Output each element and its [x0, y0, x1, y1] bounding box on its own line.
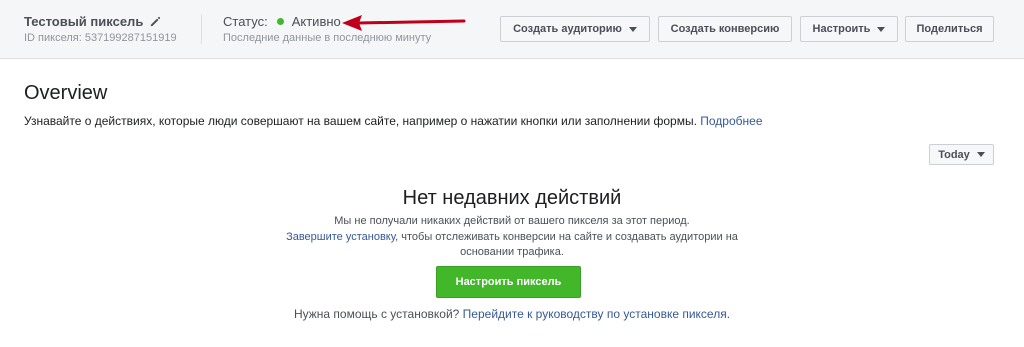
overview-description: Узнавайте о действиях, которые люди сове…: [24, 114, 763, 128]
setup-pixel-label: Настроить пиксель: [455, 276, 562, 288]
date-range-label: Today: [938, 148, 970, 161]
status-value: Активно: [291, 14, 341, 29]
date-range-dropdown[interactable]: Today: [929, 144, 994, 165]
setup-help-text: Нужна помощь с установкой?: [293, 307, 460, 321]
configure-label: Настроить: [812, 23, 871, 35]
pixel-name: Тестовый пиксель: [24, 14, 144, 29]
status-label: Статус:: [223, 14, 268, 29]
empty-state-line2: Завершите установку, чтобы отслеживать к…: [0, 231, 1024, 243]
overview-panel: Overview Узнавайте о действиях, которые …: [0, 59, 1024, 347]
setup-guide-link[interactable]: Перейдите к руководству по установке пик…: [463, 307, 730, 321]
pixel-header: Тестовый пиксель ID пикселя: 53719928715…: [0, 0, 1024, 59]
create-conversion-label: Создать конверсию: [670, 23, 780, 35]
share-label: Поделиться: [916, 23, 983, 35]
overview-description-text: Узнавайте о действиях, которые люди сове…: [24, 114, 697, 128]
caret-down-icon: [877, 26, 886, 32]
configure-button[interactable]: Настроить: [800, 16, 898, 42]
finish-setup-link[interactable]: Завершите установку: [286, 231, 395, 243]
pencil-icon[interactable]: [150, 16, 161, 27]
create-audience-button[interactable]: Создать аудиторию: [500, 16, 650, 42]
status-last-data: Последние данные в последнюю минуту: [223, 32, 432, 44]
pixel-id: ID пикселя: 537199287151919: [24, 32, 177, 44]
status-dot-icon: [276, 18, 284, 25]
empty-state-line2-text: , чтобы отслеживать конверсии на сайте и…: [395, 231, 738, 243]
setup-help: Нужна помощь с установкой? Перейдите к р…: [0, 307, 1024, 321]
overview-title: Overview: [24, 82, 108, 104]
learn-more-link[interactable]: Подробнее: [700, 114, 762, 128]
create-audience-label: Создать аудиторию: [513, 23, 622, 35]
share-button[interactable]: Поделиться: [905, 16, 994, 42]
empty-state-title: Нет недавних действий: [402, 187, 622, 209]
caret-down-icon: [628, 26, 637, 32]
pixel-name-row: Тестовый пиксель: [24, 14, 161, 29]
empty-state-line3: основании трафика.: [460, 246, 564, 258]
status-row: Статус: Активно: [223, 14, 341, 29]
empty-state-line1: Мы не получали никаких действий от вашег…: [334, 215, 690, 227]
header-divider: [201, 14, 202, 44]
create-conversion-button[interactable]: Создать конверсию: [658, 16, 792, 42]
red-arrow-annotation: [342, 15, 466, 31]
setup-pixel-button[interactable]: Настроить пиксель: [436, 266, 581, 298]
caret-down-icon: [976, 152, 985, 157]
